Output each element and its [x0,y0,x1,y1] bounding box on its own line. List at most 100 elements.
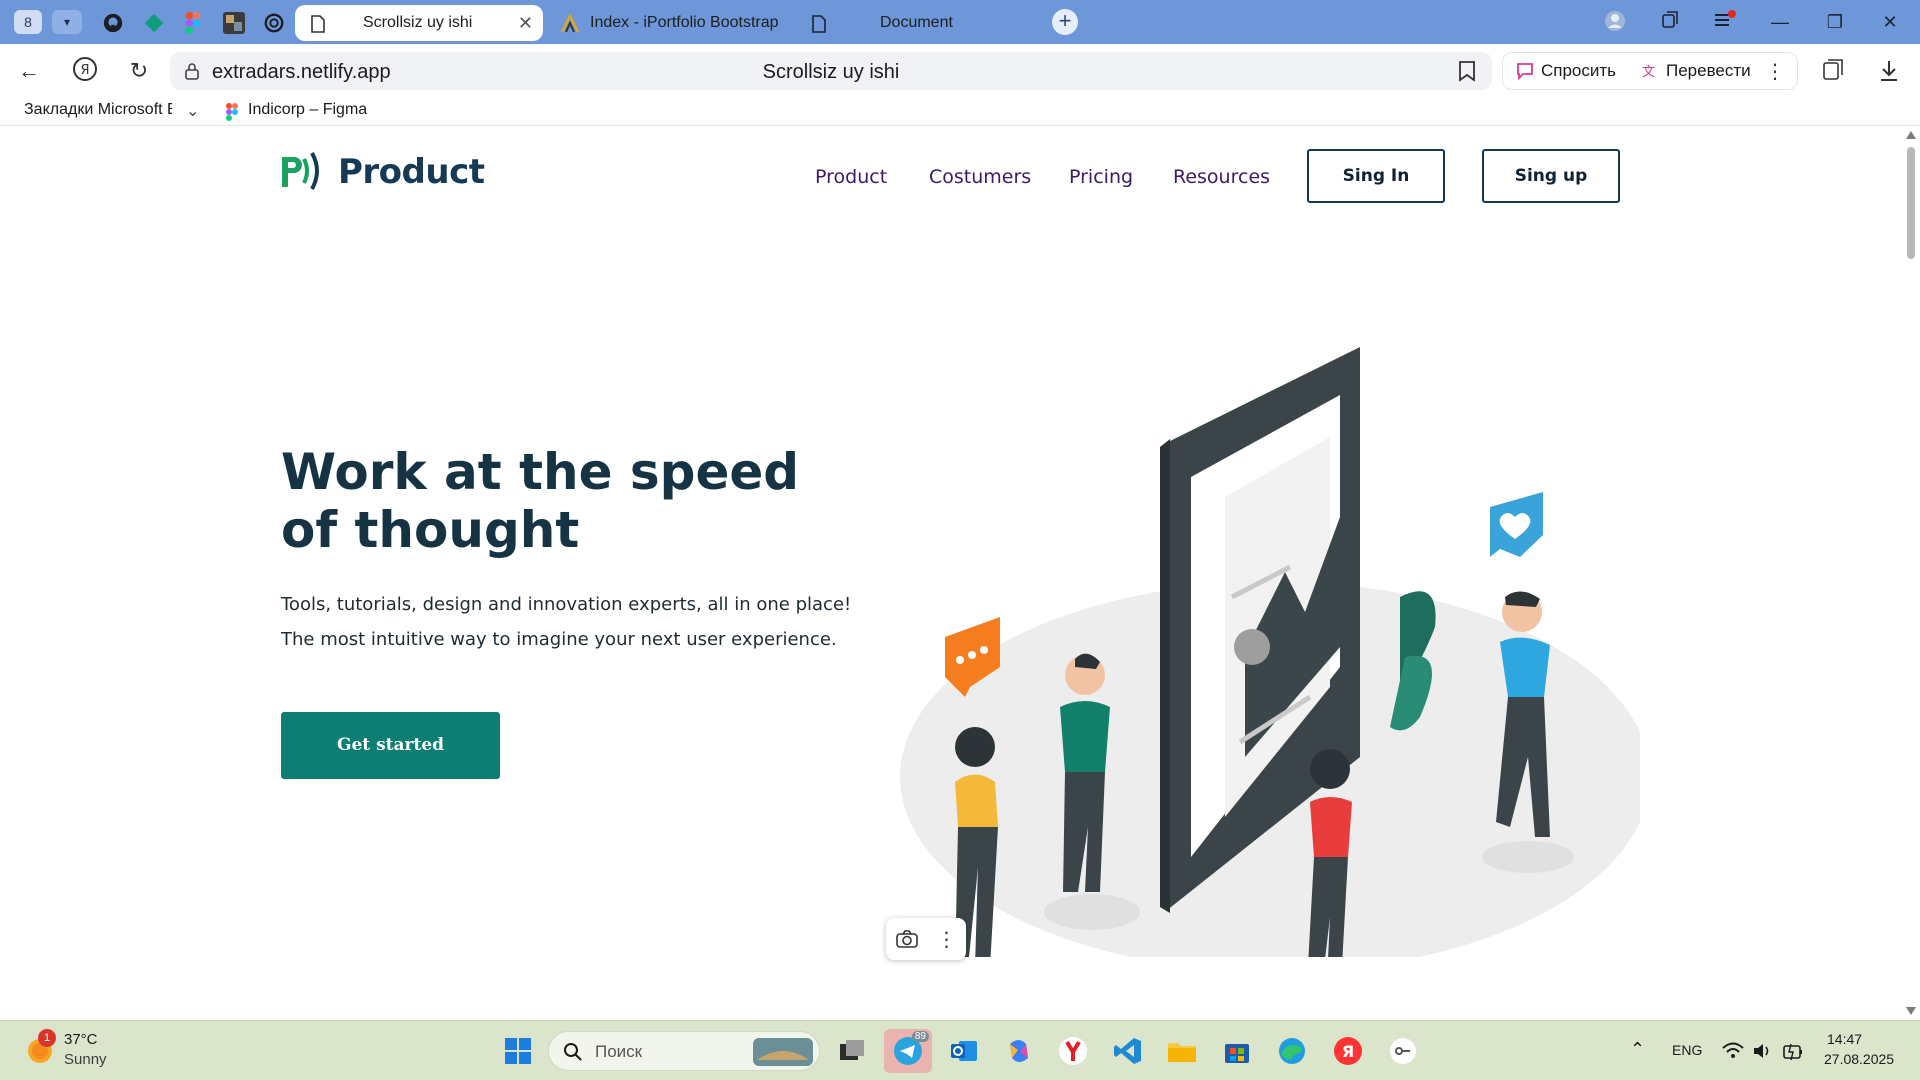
tab-title: Index - iPortfolio Bootstrap [590,14,779,31]
search-highlight-icon [753,1038,813,1066]
tab-iportfolio[interactable]: Index - iPortfolio Bootstrap [550,5,796,41]
web-page: Product Product Costumers Pricing Resour… [0,127,1902,1020]
ai-chat-icon [1517,63,1533,81]
logo-text: Product [338,152,485,192]
tab-scrollsiz[interactable]: Scrollsiz uy ishi ✕ [295,5,543,41]
minimize-icon[interactable]: — [1765,10,1795,34]
restore-icon[interactable]: ❐ [1820,10,1850,34]
telegram-taskbar-icon[interactable]: 89 [884,1029,932,1073]
bookmark-icon[interactable] [1458,60,1476,82]
figma-icon [226,103,238,121]
document-icon [311,15,325,33]
translate-label: Перевести [1666,61,1751,80]
chatgpt-pinned-tab[interactable] [261,10,287,36]
screenshot-toolbar: ⋮ [886,918,966,960]
weather-desc: Sunny [64,1051,107,1068]
pinned-tab-photo[interactable] [221,10,247,36]
more-vert-icon[interactable]: ⋮ [937,927,957,952]
vpn-key-icon[interactable] [1385,1033,1421,1069]
pinned-tab-diamond[interactable] [141,10,167,36]
volume-icon[interactable] [1752,1042,1774,1060]
diamond-icon [144,13,164,33]
nav-costumers[interactable]: Costumers [929,166,1031,188]
omnibox[interactable]: extradars.netlify.app Scrollsiz uy ishi [170,52,1492,90]
tab-title: Scrollsiz uy ishi [363,14,473,31]
close-tab-icon[interactable]: ✕ [518,14,533,32]
svg-text:文: 文 [1642,65,1655,80]
document-icon [812,15,826,33]
nav-product[interactable]: Product [815,166,887,188]
clock-date[interactable]: 27.08.2025 [1824,1051,1894,1067]
tab-list-dropdown[interactable]: ▾ [52,10,82,34]
menu-notification-icon[interactable] [1710,10,1740,34]
wifi-icon[interactable] [1722,1042,1744,1060]
svg-text:Я: Я [1342,1042,1354,1061]
bookmark-microsoft[interactable]: Закладки Microsoft Edge [24,101,172,119]
github-icon [103,13,123,33]
more-vert-icon[interactable]: ⋮ [1765,59,1785,84]
camera-icon[interactable] [895,929,918,949]
close-window-icon[interactable]: ✕ [1875,10,1905,34]
heart-bubble-illustration [1490,492,1543,557]
language-indicator[interactable]: ENG [1672,1042,1702,1058]
svg-text:Я: Я [80,63,89,78]
hero-subtitle: Tools, tutorials, design and innovation … [281,594,852,650]
copilot-icon[interactable] [1001,1033,1037,1069]
nav-resources[interactable]: Resources [1173,166,1270,188]
task-view-icon[interactable] [834,1033,870,1069]
ask-label: Спросить [1541,61,1617,80]
microsoft-store-icon[interactable] [1219,1033,1255,1069]
yandex-home-icon[interactable]: Я [70,56,100,86]
file-explorer-icon[interactable] [1164,1033,1200,1069]
translate-button[interactable]: 文 Перевести [1640,61,1751,81]
taskbar-search[interactable]: Поиск [548,1031,820,1071]
profile-icon[interactable] [1600,10,1630,34]
telegram-badge: 89 [911,1031,929,1042]
vscode-icon[interactable] [1110,1033,1146,1069]
omnibox-page-title: Scrollsiz uy ishi [762,61,900,83]
assistant-panel: Спросить 文 Перевести ⋮ [1502,52,1798,90]
back-arrow-icon[interactable]: ← [14,56,44,86]
tab-strip: 8 ▾ Scrollsiz uy ishi ✕ Index - iPortfol… [0,0,1920,44]
address-bar-row: ← Я ↻ extradars.netlify.app Scrollsiz uy… [0,44,1920,98]
tab-title: Document [880,14,953,31]
sign-up-button[interactable]: Sing up [1482,149,1620,203]
outlook-icon[interactable] [946,1033,982,1069]
chevron-down-icon[interactable]: ⌄ [186,101,199,121]
tab-group-button[interactable]: 8 [14,10,42,34]
translate-icon: 文 [1642,65,1655,80]
figma-icon [185,12,201,34]
nav-pricing[interactable]: Pricing [1069,166,1133,188]
bookmarks-bar: Закладки Microsoft Edge ⌄ Indicorp – Fig… [0,98,1920,126]
hero-illustration [900,347,1640,957]
reading-list-icon[interactable] [1820,58,1846,84]
battery-icon[interactable] [1782,1041,1804,1061]
yandex-icon[interactable]: Я [1330,1033,1366,1069]
weather-badge: 1 [38,1029,56,1047]
scroll-down-arrow-icon[interactable] [1906,1007,1916,1015]
new-tab-button[interactable]: + [1052,9,1078,35]
sign-in-button[interactable]: Sing In [1307,149,1445,203]
get-started-button[interactable]: Get started [281,712,500,779]
edge-icon[interactable] [1274,1033,1310,1069]
photo-thumbnail-icon [223,12,245,34]
windows-start-icon[interactable] [500,1033,536,1069]
bootstrap-triangle-icon [560,14,580,33]
page-scrollbar[interactable] [1902,127,1920,1020]
bookmark-indicorp-figma[interactable]: Indicorp – Figma [248,101,367,119]
tab-document[interactable]: Document [802,5,1042,41]
ask-button[interactable]: Спросить [1515,61,1616,81]
chevron-up-icon[interactable]: ⌃ [1630,1039,1645,1060]
figma-pinned-tab[interactable] [180,10,206,36]
scroll-up-arrow-icon[interactable] [1906,131,1916,139]
yandex-browser-icon[interactable] [1055,1033,1091,1069]
site-logo[interactable]: Product [280,149,485,195]
windows-taskbar: 1 37°C Sunny Поиск 89 Я ⌃ ENG 14:47 27.0… [0,1020,1920,1080]
download-icon[interactable] [1876,58,1902,84]
clock-time[interactable]: 14:47 [1827,1031,1862,1047]
chatgpt-icon [264,13,284,33]
reload-icon[interactable]: ↻ [124,56,154,86]
collections-icon[interactable] [1655,10,1685,34]
scroll-thumb[interactable] [1907,147,1915,259]
github-pinned-tab[interactable] [100,10,126,36]
